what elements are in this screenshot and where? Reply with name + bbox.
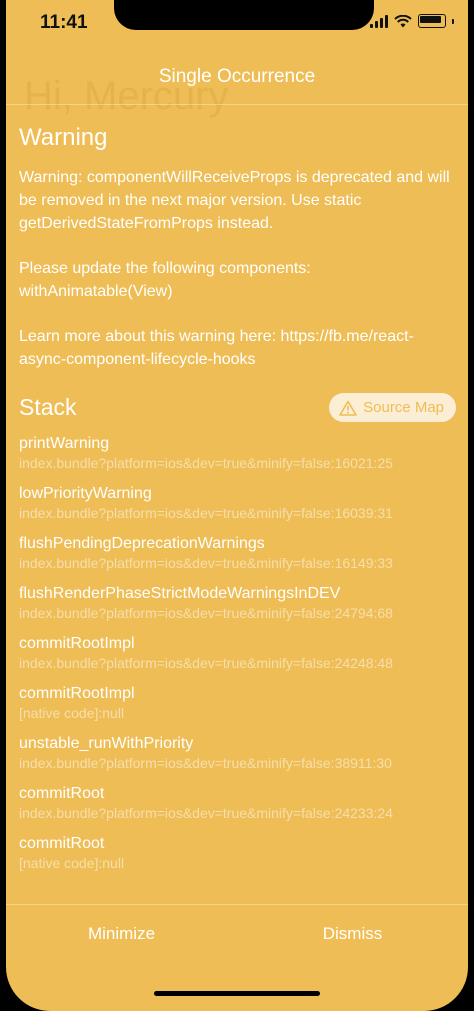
frame-location: index.bundle?platform=ios&dev=true&minif… bbox=[19, 455, 393, 471]
header-title: Single Occurrence bbox=[158, 66, 316, 87]
warning-triangle-icon bbox=[339, 400, 357, 416]
frame-name: unstable_runWithPriority bbox=[19, 735, 194, 752]
frame-name: commitRootImpl bbox=[19, 635, 135, 652]
frame-name: commitRootImpl bbox=[19, 685, 135, 702]
battery-icon bbox=[418, 14, 446, 28]
source-map-button[interactable]: Source Map bbox=[329, 393, 456, 422]
frame-name: flushRenderPhaseStrictModeWarningsInDEV bbox=[19, 585, 341, 602]
dismiss-button[interactable]: Dismiss bbox=[237, 924, 468, 944]
stack-frame[interactable]: printWarning index.bundle?platform=ios&d… bbox=[19, 434, 458, 473]
frame-name: commitRoot bbox=[19, 785, 105, 802]
frame-location: index.bundle?platform=ios&dev=true&minif… bbox=[19, 555, 393, 571]
log-box-screen: 11:41 Hi, Mercury Single Occurrence Warn… bbox=[6, 0, 468, 1011]
warning-title: Warning bbox=[19, 124, 108, 151]
header-divider bbox=[6, 104, 468, 105]
stack-header: Stack Source Map bbox=[19, 393, 458, 422]
cellular-signal-icon bbox=[370, 14, 388, 28]
minimize-button[interactable]: Minimize bbox=[6, 924, 237, 944]
stack-frame[interactable]: lowPriorityWarning index.bundle?platform… bbox=[19, 484, 458, 523]
stack-title: Stack bbox=[19, 394, 77, 420]
stack-frame[interactable]: commitRoot index.bundle?platform=ios&dev… bbox=[19, 784, 458, 823]
footer-bar: Minimize Dismiss bbox=[6, 924, 468, 944]
home-indicator[interactable] bbox=[154, 991, 320, 996]
warning-paragraph: Warning: componentWillReceiveProps is de… bbox=[19, 169, 450, 232]
stack-frame[interactable]: commitRootImpl index.bundle?platform=ios… bbox=[19, 634, 458, 673]
stack-frame[interactable]: unstable_runWithPriority index.bundle?pl… bbox=[19, 734, 458, 773]
warning-paragraph: Learn more about this warning here: http… bbox=[19, 328, 414, 368]
frame-location: index.bundle?platform=ios&dev=true&minif… bbox=[19, 755, 392, 771]
frame-location: index.bundle?platform=ios&dev=true&minif… bbox=[19, 605, 393, 621]
status-icons bbox=[370, 14, 454, 28]
frame-location: index.bundle?platform=ios&dev=true&minif… bbox=[19, 805, 393, 821]
frame-location: [native code]:null bbox=[19, 855, 125, 871]
device-notch bbox=[114, 0, 374, 30]
frame-name: flushPendingDeprecationWarnings bbox=[19, 535, 265, 552]
stack-frame[interactable]: flushPendingDeprecationWarnings index.bu… bbox=[19, 534, 458, 573]
frame-location: index.bundle?platform=ios&dev=true&minif… bbox=[19, 505, 393, 521]
stack-frame[interactable]: flushRenderPhaseStrictModeWarningsInDEV … bbox=[19, 584, 458, 623]
footer-divider bbox=[6, 904, 468, 905]
stack-frame[interactable]: commitRootImpl [native code]:null bbox=[19, 684, 458, 723]
warning-paragraph: Please update the following components: … bbox=[19, 260, 311, 300]
stack-frame[interactable]: commitRoot [native code]:null bbox=[19, 834, 458, 873]
source-map-label: Source Map bbox=[363, 399, 444, 416]
frame-name: lowPriorityWarning bbox=[19, 485, 152, 502]
battery-tip bbox=[452, 18, 454, 24]
log-content[interactable]: Warning Warning: componentWillReceivePro… bbox=[19, 120, 458, 884]
frame-name: commitRoot bbox=[19, 835, 105, 852]
warning-message: Warning: componentWillReceiveProps is de… bbox=[19, 166, 458, 371]
frame-location: [native code]:null bbox=[19, 705, 125, 721]
frame-name: printWarning bbox=[19, 435, 110, 452]
wifi-icon bbox=[394, 14, 412, 27]
frame-location: index.bundle?platform=ios&dev=true&minif… bbox=[19, 655, 393, 671]
status-time: 11:41 bbox=[40, 12, 88, 33]
